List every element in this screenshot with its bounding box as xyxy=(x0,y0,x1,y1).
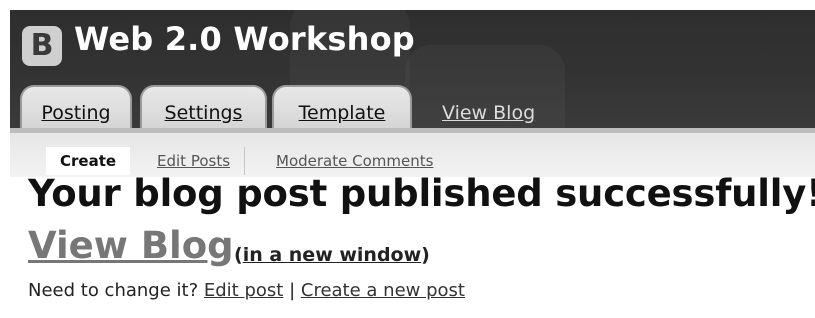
tab-view-blog[interactable]: View Blog xyxy=(442,102,535,124)
header-bar: B Web 2.0 Workshop Posting Settings Temp… xyxy=(10,10,815,128)
subtab-create[interactable]: Create xyxy=(46,147,131,175)
subtab-edit-posts[interactable]: Edit Posts xyxy=(143,147,246,175)
create-new-post-link[interactable]: Create a new post xyxy=(301,280,465,301)
subtab-moderate-comments[interactable]: Moderate Comments xyxy=(262,147,447,175)
view-blog-link[interactable]: View Blog xyxy=(28,224,234,267)
edit-post-link[interactable]: Edit post xyxy=(204,280,283,301)
logo-letter: B xyxy=(30,28,54,63)
blog-title: Web 2.0 Workshop xyxy=(74,20,415,58)
tab-settings[interactable]: Settings xyxy=(140,85,267,128)
new-window-link[interactable]: in a new window xyxy=(243,244,421,266)
success-headline: Your blog post published successfully! xyxy=(28,172,815,215)
change-prompt: Need to change it? xyxy=(28,280,199,301)
blogger-icon[interactable]: B xyxy=(22,26,62,66)
post-actions: Need to change it? Edit post | Create a … xyxy=(28,280,465,301)
paren-close: ) xyxy=(421,244,430,266)
paren-open: ( xyxy=(234,244,243,266)
tab-posting[interactable]: Posting xyxy=(20,85,132,128)
separator: | xyxy=(289,280,296,301)
new-window-note: (in a new window) xyxy=(234,244,430,266)
blogger-window: B Web 2.0 Workshop Posting Settings Temp… xyxy=(10,10,815,318)
tab-template[interactable]: Template xyxy=(272,85,412,128)
